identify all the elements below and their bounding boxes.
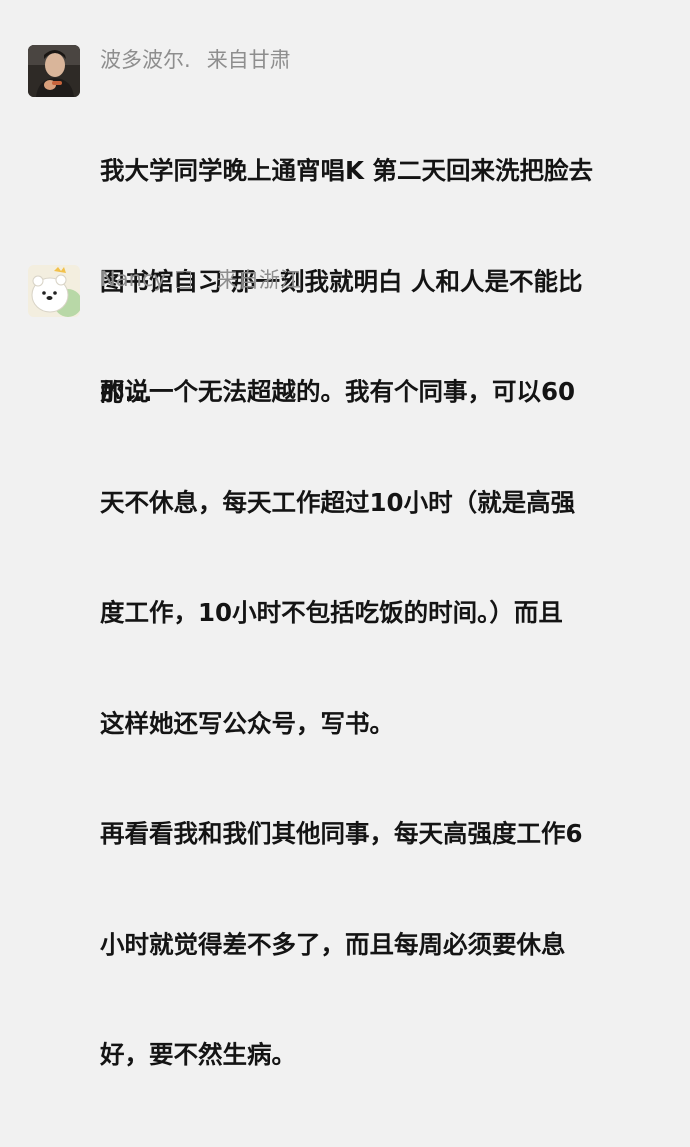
- comment-item: Nancy 来自浙江 那说一个无法超越的。我有个同事，可以60 天不休息，每天工…: [0, 240, 690, 1069]
- user-avatar-photo-icon[interactable]: [28, 45, 80, 97]
- username[interactable]: Nancy: [100, 267, 166, 291]
- comment-item: 波多波尔. 来自甘肃 我大学同学晚上通宵唱K 第二天回来洗把脸去 图书馆自习 那…: [0, 0, 690, 407]
- polar-bear-avatar-icon[interactable]: [28, 265, 80, 317]
- comment-line: 这样她还写公众号，写书。: [100, 708, 394, 738]
- placeholder-glyph-icon: [175, 270, 191, 288]
- comment-line: 天不休息，每天工作超过10小时（就是高强: [100, 487, 576, 517]
- comment-line: 小时就觉得差不多了，而且每周必须要休息: [100, 929, 566, 959]
- comment-header: 波多波尔. 来自甘肃: [100, 44, 291, 74]
- location-label: 来自浙江: [216, 268, 301, 292]
- comment-line: 再看看我和我们其他同事，每天高强度工作6: [100, 819, 583, 848]
- username[interactable]: 波多波尔.: [100, 44, 191, 74]
- comment-text: 那说一个无法超越的。我有个同事，可以60 天不休息，每天工作超过10小时（就是高…: [100, 299, 672, 1147]
- comment-line: 那说一个无法超越的。我有个同事，可以60: [100, 377, 576, 406]
- comment-header: Nancy 来自浙江: [100, 264, 301, 294]
- comment-line: 我大学同学晚上通宵唱K 第二天回来洗把脸去: [100, 156, 594, 185]
- location-label: 来自甘肃: [206, 48, 291, 72]
- comment-line: 好，要不然生病。: [100, 1040, 296, 1069]
- comment-line: 度工作，10小时不包括吃饭的时间。）而且: [100, 598, 563, 627]
